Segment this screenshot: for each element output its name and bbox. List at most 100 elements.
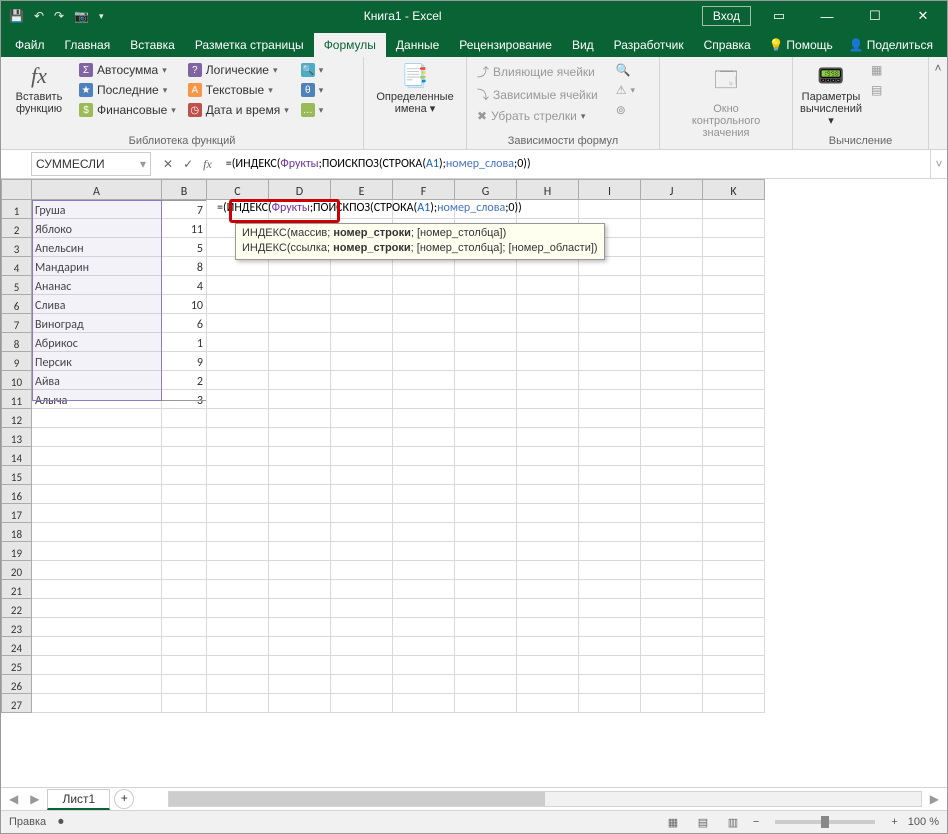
cell[interactable] (393, 504, 455, 523)
cell[interactable] (703, 447, 765, 466)
cell[interactable] (579, 656, 641, 675)
lookup-button[interactable]: 🔍▾ (297, 61, 328, 79)
row-header[interactable]: 20 (2, 561, 32, 580)
cell[interactable] (32, 580, 162, 599)
cell[interactable] (207, 523, 269, 542)
cell[interactable] (641, 200, 703, 219)
cell[interactable] (207, 352, 269, 371)
cell[interactable] (331, 637, 393, 656)
login-button[interactable]: Вход (702, 6, 751, 26)
cell[interactable]: Яблоко (32, 219, 162, 238)
cell[interactable] (641, 428, 703, 447)
cell[interactable] (517, 599, 579, 618)
cell[interactable] (393, 447, 455, 466)
trace-dependents-button[interactable]: ⤵Зависимые ячейки (473, 84, 602, 105)
cell[interactable] (641, 314, 703, 333)
watch-window-button[interactable]: 🗔 Окно контрольногозначения (694, 59, 758, 139)
cell[interactable] (517, 390, 579, 409)
row-header[interactable]: 10 (2, 371, 32, 390)
cell[interactable] (455, 599, 517, 618)
cell[interactable] (269, 276, 331, 295)
cell[interactable] (162, 428, 207, 447)
cell[interactable] (393, 466, 455, 485)
cell[interactable]: Абрикос (32, 333, 162, 352)
name-box[interactable]: СУММЕСЛИ ▾ (31, 152, 151, 176)
cell[interactable] (455, 694, 517, 713)
zoom-out-button[interactable]: − (753, 816, 759, 828)
cell[interactable]: 9 (162, 352, 207, 371)
autosum-button[interactable]: ΣАвтосумма (75, 61, 180, 79)
row-header[interactable]: 17 (2, 504, 32, 523)
cell[interactable] (393, 694, 455, 713)
tab-help[interactable]: Справка (694, 33, 761, 57)
cell[interactable] (269, 580, 331, 599)
row-header[interactable]: 8 (2, 333, 32, 352)
namebox-dropdown-icon[interactable]: ▾ (140, 157, 146, 171)
row-header[interactable]: 23 (2, 618, 32, 637)
cell[interactable] (32, 561, 162, 580)
cell[interactable] (517, 694, 579, 713)
cell[interactable] (579, 618, 641, 637)
cell[interactable] (579, 314, 641, 333)
cell[interactable] (641, 599, 703, 618)
cell[interactable] (579, 542, 641, 561)
cell[interactable] (32, 675, 162, 694)
cell[interactable] (207, 276, 269, 295)
cell[interactable]: Слива (32, 295, 162, 314)
column-header[interactable]: F (393, 180, 455, 200)
cell[interactable] (162, 637, 207, 656)
cell[interactable] (455, 428, 517, 447)
horizontal-scrollbar[interactable] (168, 791, 922, 807)
row-header[interactable]: 25 (2, 656, 32, 675)
cell[interactable] (579, 333, 641, 352)
logical-button[interactable]: ?Логические (184, 61, 293, 79)
cell[interactable] (703, 599, 765, 618)
cell[interactable] (641, 295, 703, 314)
cell[interactable] (455, 580, 517, 599)
view-page-layout-button[interactable]: ▤ (693, 816, 713, 829)
row-header[interactable]: 15 (2, 466, 32, 485)
financial-button[interactable]: $Финансовые (75, 101, 180, 119)
cell[interactable] (703, 238, 765, 257)
cell[interactable] (32, 618, 162, 637)
cell[interactable] (32, 447, 162, 466)
cell[interactable] (269, 694, 331, 713)
cell[interactable] (32, 504, 162, 523)
row-header[interactable]: 16 (2, 485, 32, 504)
cell[interactable] (269, 390, 331, 409)
cell[interactable] (207, 580, 269, 599)
cell[interactable] (517, 561, 579, 580)
cell[interactable] (703, 257, 765, 276)
cell[interactable] (641, 675, 703, 694)
view-normal-button[interactable]: ▦ (663, 816, 683, 829)
cell[interactable] (455, 523, 517, 542)
cell[interactable] (162, 504, 207, 523)
calc-sheet-button[interactable]: ▤ (867, 81, 886, 99)
text-button[interactable]: AТекстовые (184, 81, 293, 99)
cell[interactable] (331, 276, 393, 295)
cell[interactable]: 3 (162, 390, 207, 409)
tab-developer[interactable]: Разработчик (604, 33, 694, 57)
cell[interactable] (269, 200, 331, 219)
cell[interactable] (455, 333, 517, 352)
formula-bar-input[interactable]: =(ИНДЕКС(Фрукты;ПОИСКПОЗ(СТРОКА(A1);номе… (220, 157, 930, 171)
cell[interactable] (455, 390, 517, 409)
cell[interactable]: 6 (162, 314, 207, 333)
cell[interactable] (393, 523, 455, 542)
sheet-tab-1[interactable]: Лист1 (47, 789, 110, 810)
row-header[interactable]: 9 (2, 352, 32, 371)
cell[interactable]: 10 (162, 295, 207, 314)
cell[interactable] (517, 637, 579, 656)
cell[interactable] (331, 561, 393, 580)
cell[interactable] (207, 542, 269, 561)
cell[interactable] (207, 504, 269, 523)
cell[interactable] (641, 485, 703, 504)
cell[interactable] (162, 561, 207, 580)
cell[interactable] (641, 390, 703, 409)
scroll-right-button[interactable]: ▶ (926, 792, 943, 806)
cell[interactable] (162, 599, 207, 618)
cell[interactable] (641, 276, 703, 295)
column-header[interactable]: E (331, 180, 393, 200)
cell[interactable] (579, 428, 641, 447)
column-header[interactable]: I (579, 180, 641, 200)
